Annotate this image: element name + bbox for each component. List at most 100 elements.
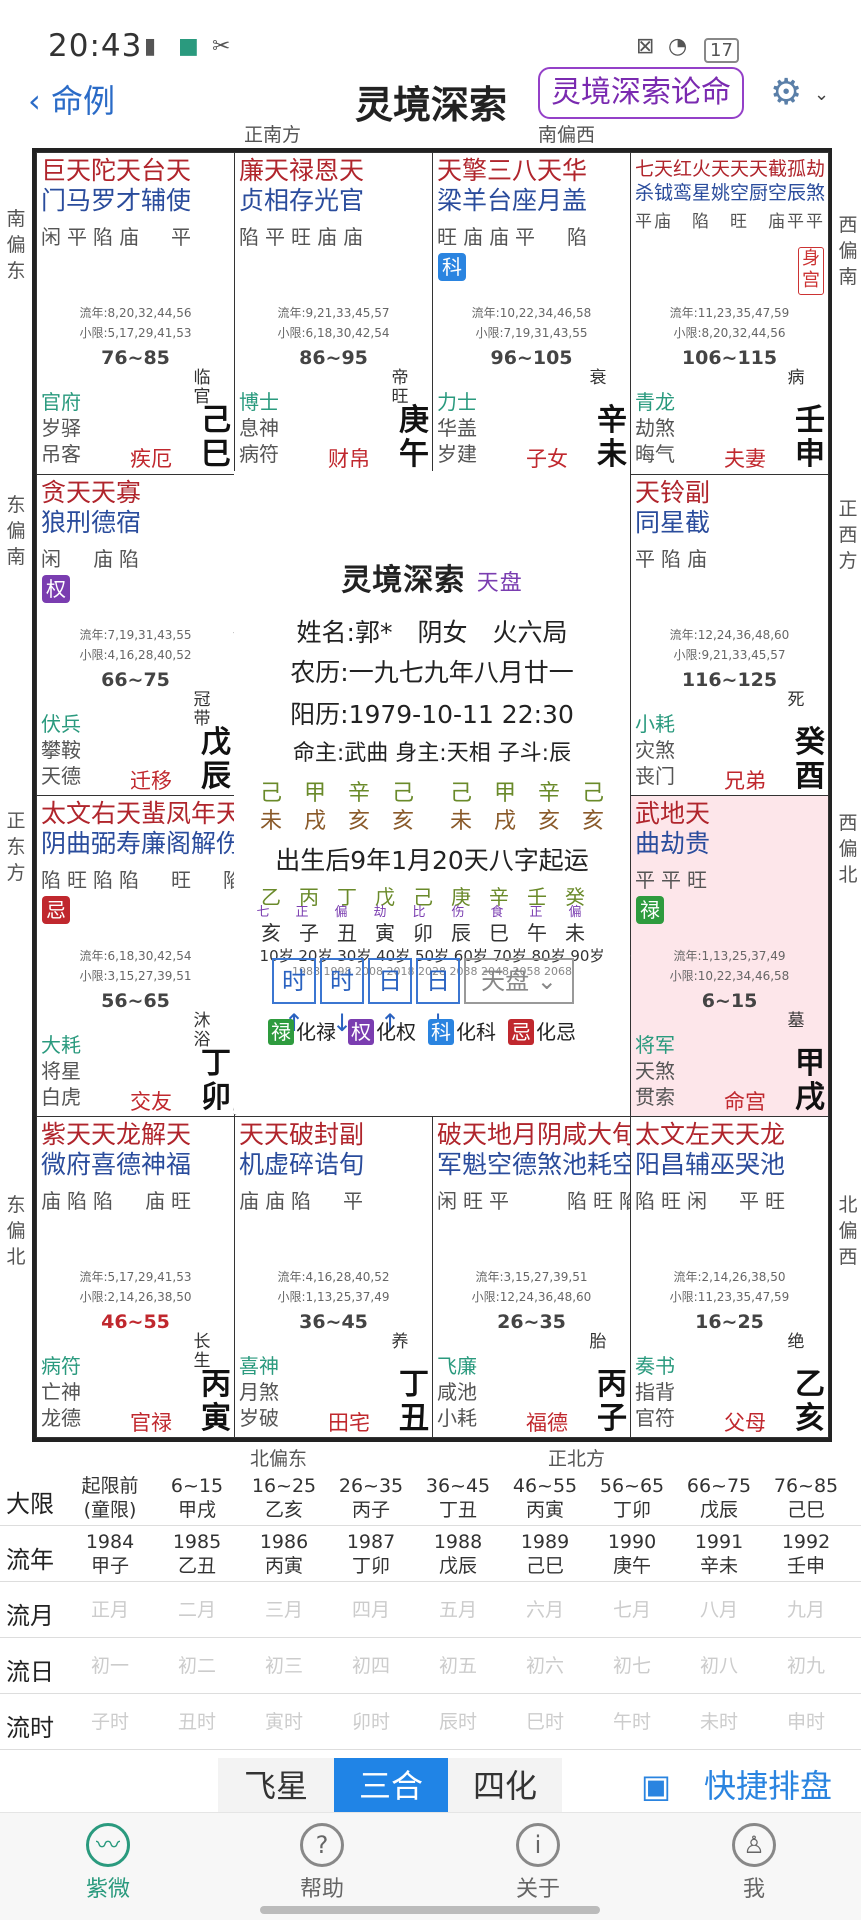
table-cell[interactable]: 1989 己巳 [505,1530,585,1578]
row-header: 流时 [6,1714,54,1742]
chevron-down-icon[interactable]: ⌄ [814,84,829,105]
day-down-button[interactable]: 日↓ [416,958,460,1037]
table-cell[interactable]: 1986 丙寅 [244,1530,324,1578]
table-cell[interactable]: 初二 [157,1654,237,1678]
table-cell[interactable]: 1990 庚午 [592,1530,672,1578]
table-cell[interactable]: 46~55 丙寅 [505,1474,585,1522]
cell-line-1: 76~85 [773,1475,839,1497]
hour-up-button[interactable]: 时↑ [272,958,316,1037]
table-cell[interactable]: 申时 [766,1710,846,1734]
table-cell[interactable]: 二月 [157,1598,237,1622]
center-brand: 灵境深索 [341,563,466,598]
direction-label: 北偏西 [838,1194,858,1268]
quick-pan-button[interactable]: 快捷排盘 [704,1758,832,1814]
direction-label: 西偏北 [838,812,858,886]
table-cell[interactable]: 66~75 戊辰 [679,1474,759,1522]
lunming-button[interactable]: 灵境深索论命 [538,67,744,119]
cell-line-2: 戊辰 [438,1555,477,1577]
tab-sanhe[interactable]: 三合 [334,1758,448,1814]
table-cell[interactable]: 1991 辛未 [679,1530,759,1578]
direction-label: 正北方 [548,1448,606,1470]
table-cell[interactable]: 初六 [505,1654,585,1678]
table-cell[interactable]: 初八 [679,1654,759,1678]
table-cell[interactable]: 初三 [244,1654,324,1678]
cell-line-1: 1989 [520,1531,570,1553]
table-cell[interactable]: 6~15 甲戌 [157,1474,237,1522]
table-cell[interactable]: 寅时 [244,1710,324,1734]
wifi-icon: ◔ [668,34,688,59]
legend-item: 忌化忌 [508,1019,576,1045]
row-header: 流月 [6,1602,54,1630]
table-cell[interactable]: 九月 [766,1598,846,1622]
cell-line-1: 1991 [694,1531,744,1553]
cell-line-2: 辛未 [699,1555,738,1577]
table-cell[interactable]: 四月 [331,1598,411,1622]
page-title: 灵境深索 [355,83,508,127]
table-cell[interactable]: 初四 [331,1654,411,1678]
direction-label: 南偏西 [538,124,596,146]
table-cell[interactable]: 午时 [592,1710,672,1734]
table-cell[interactable]: 八月 [679,1598,759,1622]
liushi-row: 流时 子时 丑时 寅时 卯时 辰时 巳时 午时 未时 申时 [0,1694,861,1750]
legend-badge: 禄 [268,1019,294,1045]
cell-line-1: 1985 [172,1531,222,1553]
table-cell[interactable]: 七月 [592,1598,672,1622]
top-bar: ‹ 命例 灵境深索 灵境深索论命 ⚙ ⌄ [0,67,861,127]
row-header: 流年 [6,1546,54,1574]
cell-line-1: 36~45 [425,1475,491,1497]
table-cell[interactable]: 初五 [418,1654,498,1678]
table-cell[interactable]: 起限前 (童限) [70,1474,150,1522]
hour-down-button[interactable]: 时↓ [320,958,364,1037]
question-icon: ? [300,1823,344,1867]
back-button[interactable]: ‹ 命例 [28,76,115,122]
user-icon: ♙ [732,1823,776,1867]
table-cell[interactable]: 初七 [592,1654,672,1678]
table-cell[interactable]: 正月 [70,1598,150,1622]
tab-sihua[interactable]: 四化 [448,1758,562,1814]
gear-icon[interactable]: ⚙ [770,72,802,113]
bottom-nav: 〰紫微 ? 帮助 i 关于 ♙ 我 [0,1812,861,1920]
table-cell[interactable]: 1988 戊辰 [418,1530,498,1578]
direction-label: 正西方 [838,498,858,572]
nav-help[interactable]: ? 帮助 [262,1823,382,1903]
info-icon: i [516,1823,560,1867]
table-cell[interactable]: 子时 [70,1710,150,1734]
table-cell[interactable]: 巳时 [505,1710,585,1734]
table-cell[interactable]: 56~65 丁卯 [592,1474,672,1522]
table-cell[interactable]: 1985 乙丑 [157,1530,237,1578]
table-cell[interactable]: 初九 [766,1654,846,1678]
table-cell[interactable]: 卯时 [331,1710,411,1734]
legend-label: 化权 [376,1020,416,1044]
cell-line-1: 1984 [85,1531,135,1553]
day-up-button[interactable]: 日↑ [368,958,412,1037]
nav-about[interactable]: i 关于 [478,1823,598,1903]
table-cell[interactable]: 1984 甲子 [70,1530,150,1578]
pan-select[interactable]: 天盘 ⌄ [464,958,574,1004]
table-cell[interactable]: 未时 [679,1710,759,1734]
cell-line-1: 26~35 [338,1475,404,1497]
tab-feixing[interactable]: 飞星 [218,1758,334,1814]
direction-label: 正南方 [244,124,302,146]
legend-item: 权化权 [348,1019,416,1045]
cell-line-1: 起限前 [81,1475,139,1497]
table-cell[interactable]: 辰时 [418,1710,498,1734]
nav-me[interactable]: ♙ 我 [694,1823,814,1903]
table-cell[interactable]: 1987 丁卯 [331,1530,411,1578]
table-cell[interactable]: 五月 [418,1598,498,1622]
cell-line-2: 丁卯 [612,1499,651,1521]
table-cell[interactable]: 26~35 丙子 [331,1474,411,1522]
cell-line-2: (童限) [83,1499,137,1521]
nav-ziwei[interactable]: 〰紫微 [48,1823,168,1903]
table-cell[interactable]: 36~45 丁丑 [418,1474,498,1522]
cell-line-2: 己巳 [525,1555,564,1577]
table-cell[interactable]: 六月 [505,1598,585,1622]
table-cell[interactable]: 三月 [244,1598,324,1622]
legend-label: 化禄 [296,1020,336,1044]
table-cell[interactable]: 丑时 [157,1710,237,1734]
save-icon[interactable]: ▣ [636,1758,676,1814]
table-cell[interactable]: 初一 [70,1654,150,1678]
table-cell[interactable]: 1992 壬申 [766,1530,846,1578]
cell-line-1: 46~55 [512,1475,578,1497]
table-cell[interactable]: 16~25 乙亥 [244,1474,324,1522]
table-cell[interactable]: 76~85 己巳 [766,1474,846,1522]
